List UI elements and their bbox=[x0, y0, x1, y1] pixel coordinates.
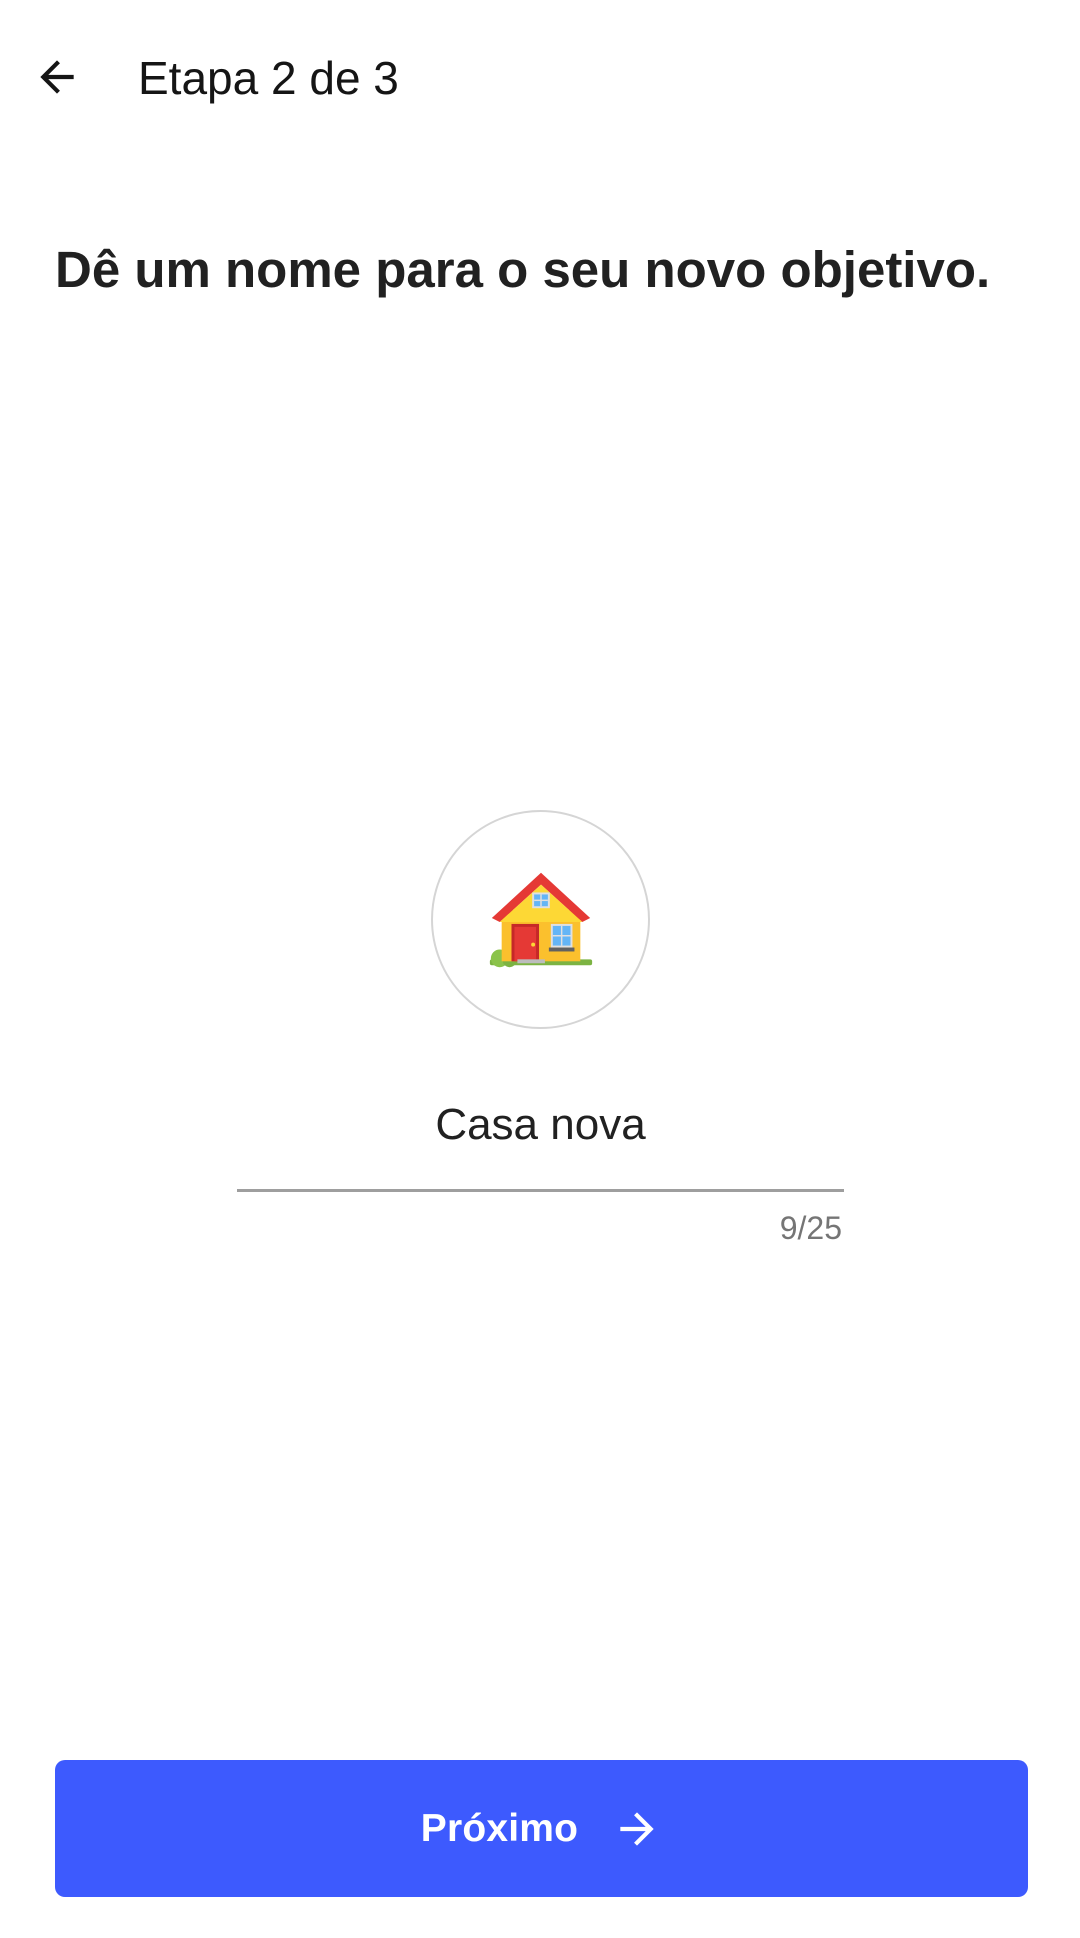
app-bar: Etapa 2 de 3 bbox=[0, 0, 1080, 156]
next-button[interactable]: Próximo bbox=[55, 1760, 1028, 1897]
goal-name-field[interactable] bbox=[237, 1090, 844, 1192]
next-button-label: Próximo bbox=[420, 1806, 579, 1850]
page-heading: Dê um nome para o seu novo objetivo. bbox=[55, 241, 991, 298]
back-button[interactable] bbox=[22, 42, 92, 112]
char-counter: 9/25 bbox=[779, 1210, 842, 1246]
arrow-right-icon bbox=[612, 1804, 662, 1854]
house-icon bbox=[489, 872, 592, 967]
arrow-left-icon bbox=[40, 60, 74, 94]
goal-emoji-picker[interactable] bbox=[431, 810, 650, 1029]
goal-name-input[interactable] bbox=[237, 1090, 844, 1160]
step-title: Etapa 2 de 3 bbox=[138, 52, 399, 104]
